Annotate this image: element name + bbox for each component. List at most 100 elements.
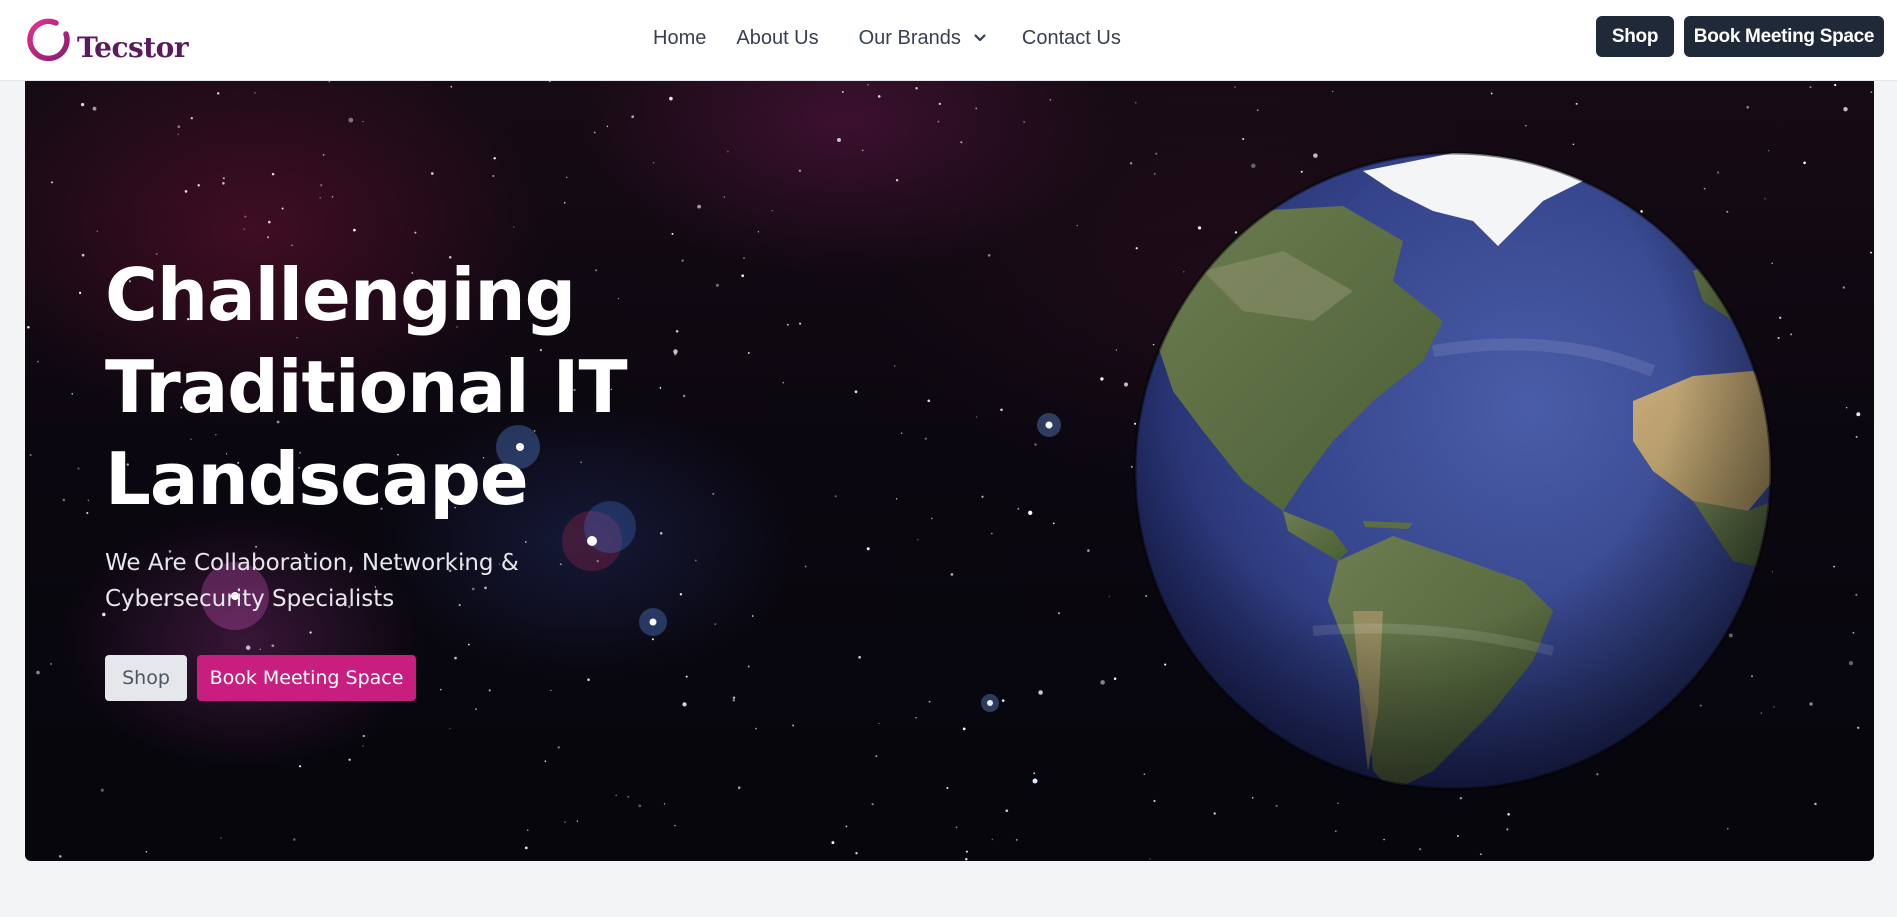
star	[565, 176, 568, 179]
star	[960, 141, 963, 144]
star	[77, 467, 80, 470]
star	[1870, 91, 1873, 93]
star	[1023, 121, 1025, 123]
star	[937, 120, 940, 123]
star	[550, 689, 552, 692]
star	[1100, 680, 1105, 685]
star	[950, 573, 954, 576]
star	[319, 197, 321, 199]
star	[981, 495, 984, 498]
star	[1123, 382, 1129, 387]
star	[1113, 677, 1117, 681]
star	[254, 92, 256, 94]
star	[674, 824, 676, 827]
star	[1256, 109, 1259, 112]
star	[866, 547, 870, 551]
star	[1275, 804, 1278, 808]
star	[747, 352, 750, 354]
star	[878, 722, 880, 725]
star	[1857, 726, 1860, 729]
star	[679, 593, 683, 596]
star	[96, 230, 98, 232]
star	[244, 215, 247, 218]
star	[871, 803, 874, 806]
star	[197, 184, 200, 187]
star	[1525, 125, 1527, 127]
star	[267, 220, 271, 224]
nav-our-brands-label: Our Brands	[858, 26, 961, 49]
star	[915, 87, 918, 90]
logo[interactable]: Tecstor	[25, 13, 189, 63]
header-book-meeting-button[interactable]: Book Meeting Space	[1684, 16, 1884, 57]
star	[309, 631, 312, 634]
star	[1234, 86, 1236, 88]
tecstor-logo-icon	[27, 18, 70, 62]
star	[1506, 828, 1509, 831]
star	[638, 804, 642, 808]
star	[743, 257, 745, 259]
star	[493, 157, 496, 160]
star	[792, 724, 795, 727]
star	[78, 291, 82, 295]
star	[1809, 702, 1813, 706]
hero-book-meeting-button[interactable]: Book Meeting Space	[197, 655, 416, 701]
star	[548, 81, 551, 83]
star	[682, 394, 686, 398]
star	[1842, 286, 1846, 289]
star	[1034, 443, 1037, 446]
star	[915, 717, 917, 719]
star	[1100, 377, 1104, 381]
nav-contact-link[interactable]: Contact Us	[1022, 27, 1121, 50]
star	[557, 746, 560, 749]
star	[362, 120, 364, 123]
star	[29, 453, 32, 457]
star	[1129, 162, 1133, 165]
star	[663, 803, 666, 805]
hero-actions: Shop Book Meeting Space	[105, 655, 416, 701]
star	[1459, 796, 1463, 800]
star	[727, 150, 729, 153]
star	[991, 838, 993, 841]
star	[1005, 809, 1009, 813]
nav-about-link[interactable]: About Us	[736, 27, 818, 50]
star	[1052, 522, 1055, 525]
nav-our-brands-dropdown[interactable]: Our Brands	[859, 27, 987, 50]
star	[430, 172, 434, 175]
star	[1017, 507, 1020, 510]
star	[593, 131, 596, 134]
star	[955, 826, 958, 829]
star	[1727, 828, 1729, 830]
star	[669, 96, 673, 101]
star	[267, 236, 270, 239]
star	[1777, 336, 1780, 340]
hero-shop-button[interactable]: Shop	[105, 655, 187, 701]
star	[362, 745, 364, 747]
star	[1028, 510, 1033, 515]
star	[673, 349, 678, 354]
star	[1572, 143, 1575, 146]
star	[1149, 858, 1151, 860]
hero-subtitle: We Are Collaboration, Networking & Cyber…	[105, 550, 519, 612]
main-nav: Home About Us Our Brands Contact Us	[653, 0, 1121, 76]
star	[414, 231, 417, 234]
star	[475, 708, 477, 710]
star	[867, 83, 869, 86]
star	[845, 825, 848, 828]
star	[1334, 830, 1337, 832]
star	[1843, 107, 1848, 112]
star	[293, 838, 296, 841]
star	[80, 102, 85, 107]
header-shop-button[interactable]: Shop	[1596, 16, 1674, 57]
star	[27, 326, 30, 329]
star	[782, 382, 784, 384]
star	[694, 559, 697, 562]
star	[1135, 102, 1137, 104]
star	[362, 734, 365, 738]
star	[931, 517, 933, 520]
nav-home-link[interactable]: Home	[653, 27, 706, 50]
star	[440, 688, 442, 691]
star	[627, 795, 630, 798]
star	[1870, 251, 1872, 254]
star	[1855, 593, 1858, 597]
star	[576, 820, 579, 822]
